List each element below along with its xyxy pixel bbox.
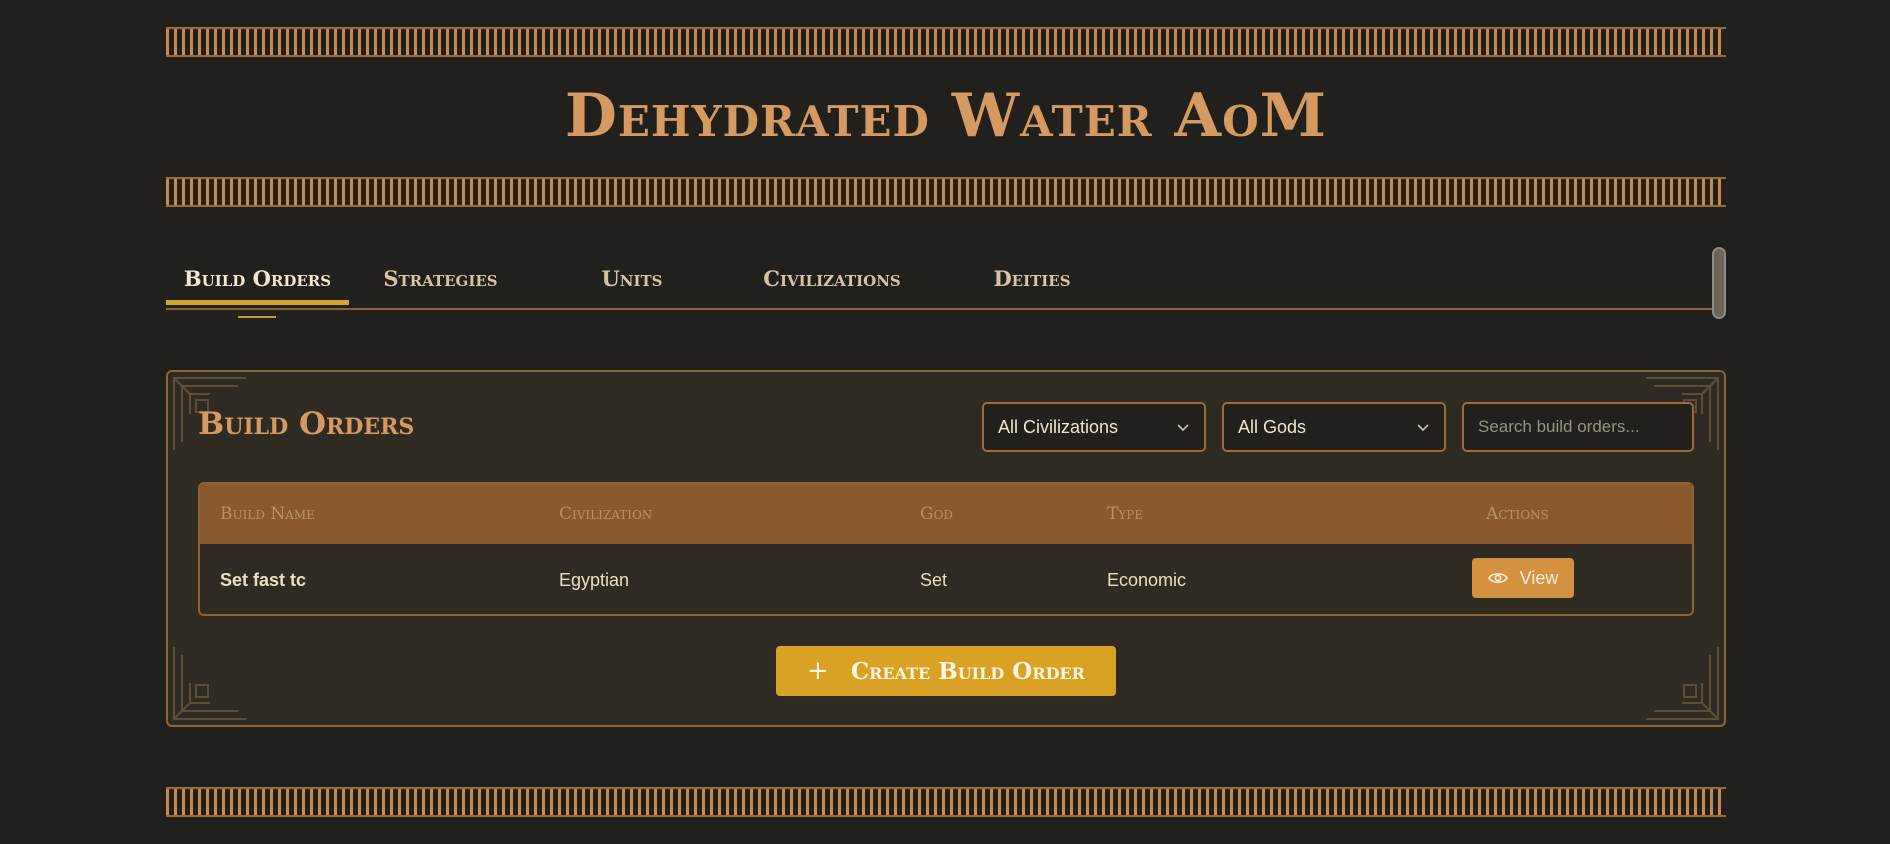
table-header: Build Name Civilization God Type Actions (200, 484, 1692, 544)
civilization-cell: Egyptian (559, 569, 630, 590)
decorative-stripe-bottom (166, 787, 1726, 817)
build-orders-table: Build Name Civilization God Type Actions… (198, 482, 1694, 616)
search-input[interactable] (1462, 402, 1694, 452)
panel-title: Build Orders (198, 406, 415, 442)
chevron-down-icon (1177, 424, 1189, 432)
column-header-build-name[interactable]: Build Name (220, 484, 315, 544)
civilization-filter-select[interactable]: All Civilizations (982, 402, 1206, 452)
build-name-cell: Set fast tc (220, 569, 307, 590)
tab-strategies[interactable]: Strategies (349, 248, 532, 308)
type-cell: Economic (1107, 569, 1187, 590)
column-header-god[interactable]: God (920, 484, 953, 544)
active-tab-indicator (166, 300, 349, 305)
decorative-stripe-under-title (166, 177, 1726, 207)
column-header-type[interactable]: Type (1107, 484, 1143, 544)
column-header-civilization[interactable]: Civilization (559, 484, 652, 544)
create-build-order-button[interactable]: + Create Build Order (776, 646, 1116, 696)
tabs-scrollbar-thumb[interactable] (1712, 247, 1726, 319)
main-tabs: Build Orders Strategies Units Civilizati… (166, 248, 1726, 310)
active-tab-sub-indicator (238, 316, 276, 318)
table-row: Set fast tc Egyptian Set Economic View (200, 544, 1692, 614)
god-filter-select[interactable]: All Gods (1222, 402, 1446, 452)
god-cell: Set (920, 569, 948, 590)
view-button-label: View (1519, 567, 1559, 588)
tab-build-orders[interactable]: Build Orders (166, 248, 349, 308)
god-filter-value: All Gods (1238, 416, 1307, 437)
plus-icon: + (807, 656, 829, 686)
civilization-filter-value: All Civilizations (998, 416, 1119, 437)
build-orders-panel: Build Orders All Civilizations All Gods … (166, 370, 1726, 727)
site-title: Dehydrated Water AoM (564, 81, 1328, 151)
decorative-stripe-top (166, 27, 1726, 57)
view-button[interactable]: View (1472, 558, 1574, 598)
chevron-down-icon (1417, 424, 1429, 432)
corner-ornament-icon (1646, 647, 1719, 720)
tab-units[interactable]: Units (532, 248, 732, 308)
tab-civilizations[interactable]: Civilizations (732, 248, 932, 308)
corner-ornament-icon (173, 647, 246, 720)
column-header-actions: Actions (1486, 504, 1549, 524)
tab-deities[interactable]: Deities (932, 248, 1132, 308)
eye-icon (1487, 573, 1508, 583)
create-build-order-label: Create Build Order (850, 657, 1085, 685)
